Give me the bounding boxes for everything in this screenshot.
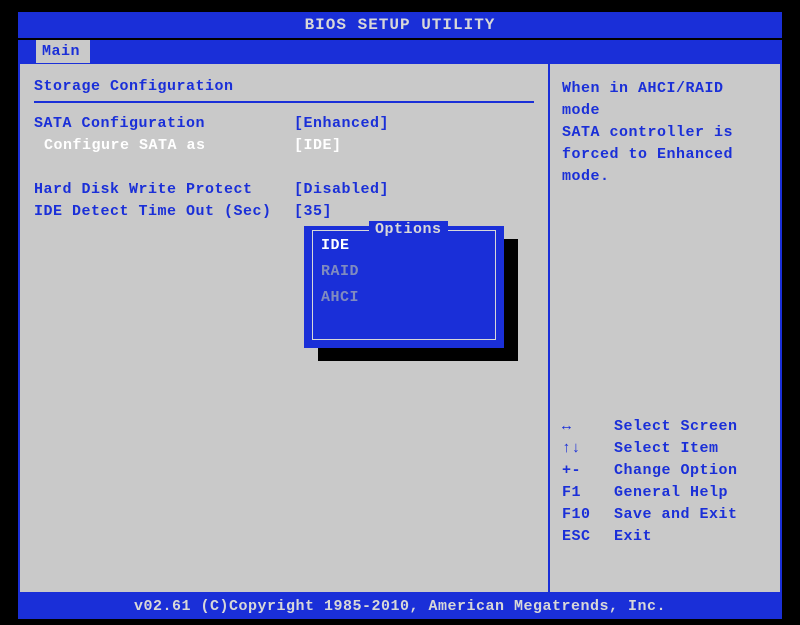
- popup-border: Options IDE RAID AHCI: [312, 230, 496, 340]
- row-ide-timeout[interactable]: IDE Detect Time Out (Sec) [35]: [34, 201, 534, 223]
- popup-option-ahci[interactable]: AHCI: [321, 285, 487, 311]
- help-line-1: When in AHCI/RAID mode: [562, 78, 768, 122]
- tab-main[interactable]: Main: [36, 40, 90, 63]
- bios-screen: BIOS SETUP UTILITY Main Storage Configur…: [0, 0, 800, 625]
- configure-sata-as-label: Configure SATA as: [34, 135, 294, 157]
- tab-row: Main: [18, 40, 782, 64]
- nav-desc-exit: Exit: [614, 526, 768, 548]
- help-line-3: forced to Enhanced: [562, 144, 768, 166]
- nav-change-option: +- Change Option: [562, 460, 768, 482]
- nav-desc-change-option: Change Option: [614, 460, 768, 482]
- tab-main-label: Main: [42, 43, 80, 60]
- ide-timeout-value: [35]: [294, 201, 534, 223]
- nav-key-arrows-lr: ↔: [562, 416, 614, 438]
- nav-desc-general-help: General Help: [614, 482, 768, 504]
- hd-write-protect-value: [Disabled]: [294, 179, 534, 201]
- nav-key-esc: ESC: [562, 526, 614, 548]
- row-hd-write-protect[interactable]: Hard Disk Write Protect [Disabled]: [34, 179, 534, 201]
- options-popup: Options IDE RAID AHCI: [304, 226, 504, 348]
- copyright-text: v02.61 (C)Copyright 1985-2010, American …: [134, 598, 666, 615]
- nav-key-arrows-ud: ↑↓: [562, 438, 614, 460]
- popup-title: Options: [369, 221, 448, 238]
- nav-help: ↔ Select Screen ↑↓ Select Item +- Change…: [562, 416, 768, 548]
- nav-exit: ESC Exit: [562, 526, 768, 548]
- popup-option-raid[interactable]: RAID: [321, 259, 487, 285]
- settings-panel: Storage Configuration SATA Configuration…: [20, 64, 550, 592]
- sata-config-value: [Enhanced]: [294, 113, 534, 135]
- help-line-4: mode.: [562, 166, 768, 188]
- nav-select-screen: ↔ Select Screen: [562, 416, 768, 438]
- configure-sata-as-value: [IDE]: [294, 135, 534, 157]
- nav-select-item: ↑↓ Select Item: [562, 438, 768, 460]
- nav-desc-save-exit: Save and Exit: [614, 504, 768, 526]
- nav-key-f1: F1: [562, 482, 614, 504]
- row-configure-sata-as[interactable]: Configure SATA as [IDE]: [34, 135, 534, 157]
- nav-key-plus-minus: +-: [562, 460, 614, 482]
- ide-timeout-label: IDE Detect Time Out (Sec): [34, 201, 294, 223]
- section-title: Storage Configuration: [34, 78, 534, 95]
- footer-bar: v02.61 (C)Copyright 1985-2010, American …: [18, 594, 782, 619]
- section-underline: [34, 101, 534, 103]
- title-bar: BIOS SETUP UTILITY: [18, 12, 782, 38]
- help-text: When in AHCI/RAID mode SATA controller i…: [562, 78, 768, 188]
- help-line-2: SATA controller is: [562, 122, 768, 144]
- nav-desc-select-item: Select Item: [614, 438, 768, 460]
- main-area: Storage Configuration SATA Configuration…: [18, 64, 782, 594]
- help-panel: When in AHCI/RAID mode SATA controller i…: [550, 64, 780, 592]
- nav-desc-select-screen: Select Screen: [614, 416, 768, 438]
- nav-save-exit: F10 Save and Exit: [562, 504, 768, 526]
- hd-write-protect-label: Hard Disk Write Protect: [34, 179, 294, 201]
- nav-key-f10: F10: [562, 504, 614, 526]
- sata-config-label: SATA Configuration: [34, 113, 294, 135]
- nav-general-help: F1 General Help: [562, 482, 768, 504]
- row-sata-config[interactable]: SATA Configuration [Enhanced]: [34, 113, 534, 135]
- utility-title: BIOS SETUP UTILITY: [305, 16, 496, 34]
